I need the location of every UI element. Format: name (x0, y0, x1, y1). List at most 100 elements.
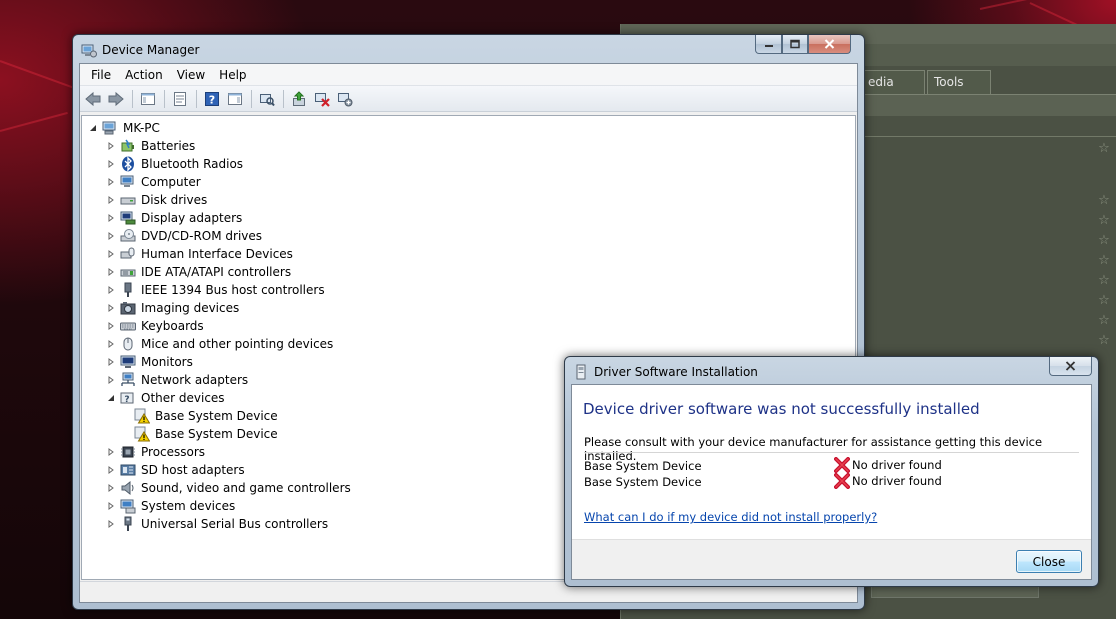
network-adapter-icon (120, 372, 136, 388)
star-icon[interactable]: ☆ (1096, 294, 1112, 308)
collapse-arrow-icon[interactable] (106, 393, 116, 403)
menu-action[interactable]: Action (118, 65, 170, 85)
tree-item-ide-ata-atapi-controllers[interactable]: IDE ATA/ATAPI controllers (106, 263, 292, 281)
tree-item-network-adapters[interactable]: Network adapters (106, 371, 249, 389)
disable-button[interactable] (334, 88, 356, 110)
star-icon[interactable]: ☆ (1096, 254, 1112, 268)
star-icon[interactable]: ☆ (1096, 334, 1112, 348)
battery-icon (120, 138, 136, 154)
expand-arrow-icon[interactable] (106, 447, 116, 457)
help-button[interactable]: ? (201, 88, 223, 110)
hid-icon (120, 246, 136, 262)
tree-item-imaging-devices[interactable]: Imaging devices (106, 299, 240, 317)
tree-item-label: Batteries (141, 139, 196, 153)
tree-item-ieee-1394-bus-host-controllers[interactable]: IEEE 1394 Bus host controllers (106, 281, 326, 299)
background-tab-tools[interactable]: Tools (927, 70, 991, 94)
tree-root[interactable]: MK-PC (88, 119, 161, 137)
expand-arrow-icon[interactable] (106, 501, 116, 511)
tree-item-computer[interactable]: Computer (106, 173, 202, 191)
tree-item-processors[interactable]: Processors (106, 443, 206, 461)
dialog-heading: Device driver software was not successfu… (583, 400, 980, 418)
tree-item-label: DVD/CD-ROM drives (141, 229, 263, 243)
tree-item-mice-and-other-pointing-devices[interactable]: Mice and other pointing devices (106, 335, 334, 353)
forward-icon (108, 91, 124, 106)
processor-icon (120, 444, 136, 460)
tree-item-sd-host-adapters[interactable]: SD host adapters (106, 461, 246, 479)
tree-item-sound-video-and-game-controllers[interactable]: Sound, video and game controllers (106, 479, 352, 497)
tree-item-human-interface-devices[interactable]: Human Interface Devices (106, 245, 294, 263)
scan-hardware-icon (260, 93, 275, 106)
uninstall-button[interactable] (311, 88, 333, 110)
system-devices-icon (120, 498, 136, 514)
tree-item-keyboards[interactable]: Keyboards (106, 317, 205, 335)
expand-arrow-icon[interactable] (106, 465, 116, 475)
expand-arrow-icon[interactable] (106, 213, 116, 223)
update-driver-icon (293, 90, 305, 106)
tree-item-disk-drives[interactable]: Disk drives (106, 191, 208, 209)
failed-device-status-text: No driver found (852, 458, 942, 472)
menu-help[interactable]: Help (212, 65, 253, 85)
tree-item-dvd-cd-rom-drives[interactable]: DVD/CD-ROM drives (106, 227, 263, 245)
tree-item-batteries[interactable]: Batteries (106, 137, 196, 155)
tree-item-system-devices[interactable]: System devices (106, 497, 236, 515)
expand-arrow-icon[interactable] (106, 249, 116, 259)
tree-item-universal-serial-bus-controllers[interactable]: Universal Serial Bus controllers (106, 515, 329, 533)
background-app-tabs: edia Tools (861, 70, 993, 94)
expand-arrow-icon[interactable] (106, 195, 116, 205)
tree-item-monitors[interactable]: Monitors (106, 353, 194, 371)
tree-item-bluetooth-radios[interactable]: Bluetooth Radios (106, 155, 244, 173)
expand-arrow-icon[interactable] (106, 141, 116, 151)
toolbar-separator (132, 89, 133, 108)
star-icon[interactable]: ☆ (1096, 194, 1112, 208)
tree-subitem-base-system-device[interactable]: Base System Device (134, 425, 279, 443)
expand-arrow-icon[interactable] (106, 339, 116, 349)
expand-arrow-icon[interactable] (106, 519, 116, 529)
driver-installation-dialog[interactable]: Driver Software Installation Device driv… (564, 356, 1099, 587)
star-icon[interactable]: ☆ (1096, 214, 1112, 228)
star-icon[interactable]: ☆ (1096, 314, 1112, 328)
expand-arrow-icon[interactable] (106, 303, 116, 313)
expand-arrow-icon[interactable] (106, 177, 116, 187)
usb-icon (120, 516, 136, 532)
dvd-drive-icon (120, 228, 136, 244)
expand-arrow-icon[interactable] (106, 321, 116, 331)
tree-subitem-base-system-device[interactable]: Base System Device (134, 407, 279, 425)
back-icon (85, 91, 101, 106)
help-link[interactable]: What can I do if my device did not insta… (584, 510, 877, 524)
device-manager-titlebar[interactable]: Device Manager (81, 39, 199, 61)
minimize-button[interactable] (755, 35, 782, 54)
back-button[interactable] (82, 88, 104, 110)
tree-item-label: Computer (141, 175, 201, 189)
maximize-button[interactable] (782, 35, 808, 54)
properties-button[interactable] (169, 88, 191, 110)
star-icon[interactable]: ☆ (1096, 234, 1112, 248)
tree-item-label: IEEE 1394 Bus host controllers (141, 283, 325, 297)
expand-arrow-icon[interactable] (106, 267, 116, 277)
tree-item-other-devices[interactable]: ? Other devices (106, 389, 226, 407)
menu-view[interactable]: View (170, 65, 212, 85)
star-icon[interactable]: ☆ (1096, 274, 1112, 288)
background-tab-media[interactable]: edia (861, 70, 925, 94)
scan-hardware-button[interactable] (256, 88, 278, 110)
dialog-titlebar[interactable]: Driver Software Installation (573, 361, 758, 383)
star-icon[interactable]: ☆ (1096, 142, 1112, 156)
tree-item-label: Monitors (141, 355, 193, 369)
expand-arrow-icon[interactable] (106, 375, 116, 385)
tree-item-label: Disk drives (141, 193, 208, 207)
expand-arrow-icon[interactable] (106, 483, 116, 493)
update-driver-button[interactable] (288, 88, 310, 110)
forward-button[interactable] (105, 88, 127, 110)
collapse-arrow-icon[interactable] (88, 123, 98, 133)
expand-arrow-icon[interactable] (106, 285, 116, 295)
show-hide-console-tree-button[interactable] (137, 88, 159, 110)
action-pane-button[interactable] (224, 88, 246, 110)
dialog-close-x-button[interactable] (1049, 357, 1092, 376)
tree-item-display-adapters[interactable]: Display adapters (106, 209, 243, 227)
expand-arrow-icon[interactable] (106, 231, 116, 241)
expand-arrow-icon[interactable] (106, 357, 116, 367)
menu-file[interactable]: File (84, 65, 118, 85)
close-window-button[interactable] (808, 35, 851, 54)
close-button[interactable]: Close (1016, 550, 1082, 573)
menu-bar: File Action View Help (80, 64, 857, 86)
expand-arrow-icon[interactable] (106, 159, 116, 169)
